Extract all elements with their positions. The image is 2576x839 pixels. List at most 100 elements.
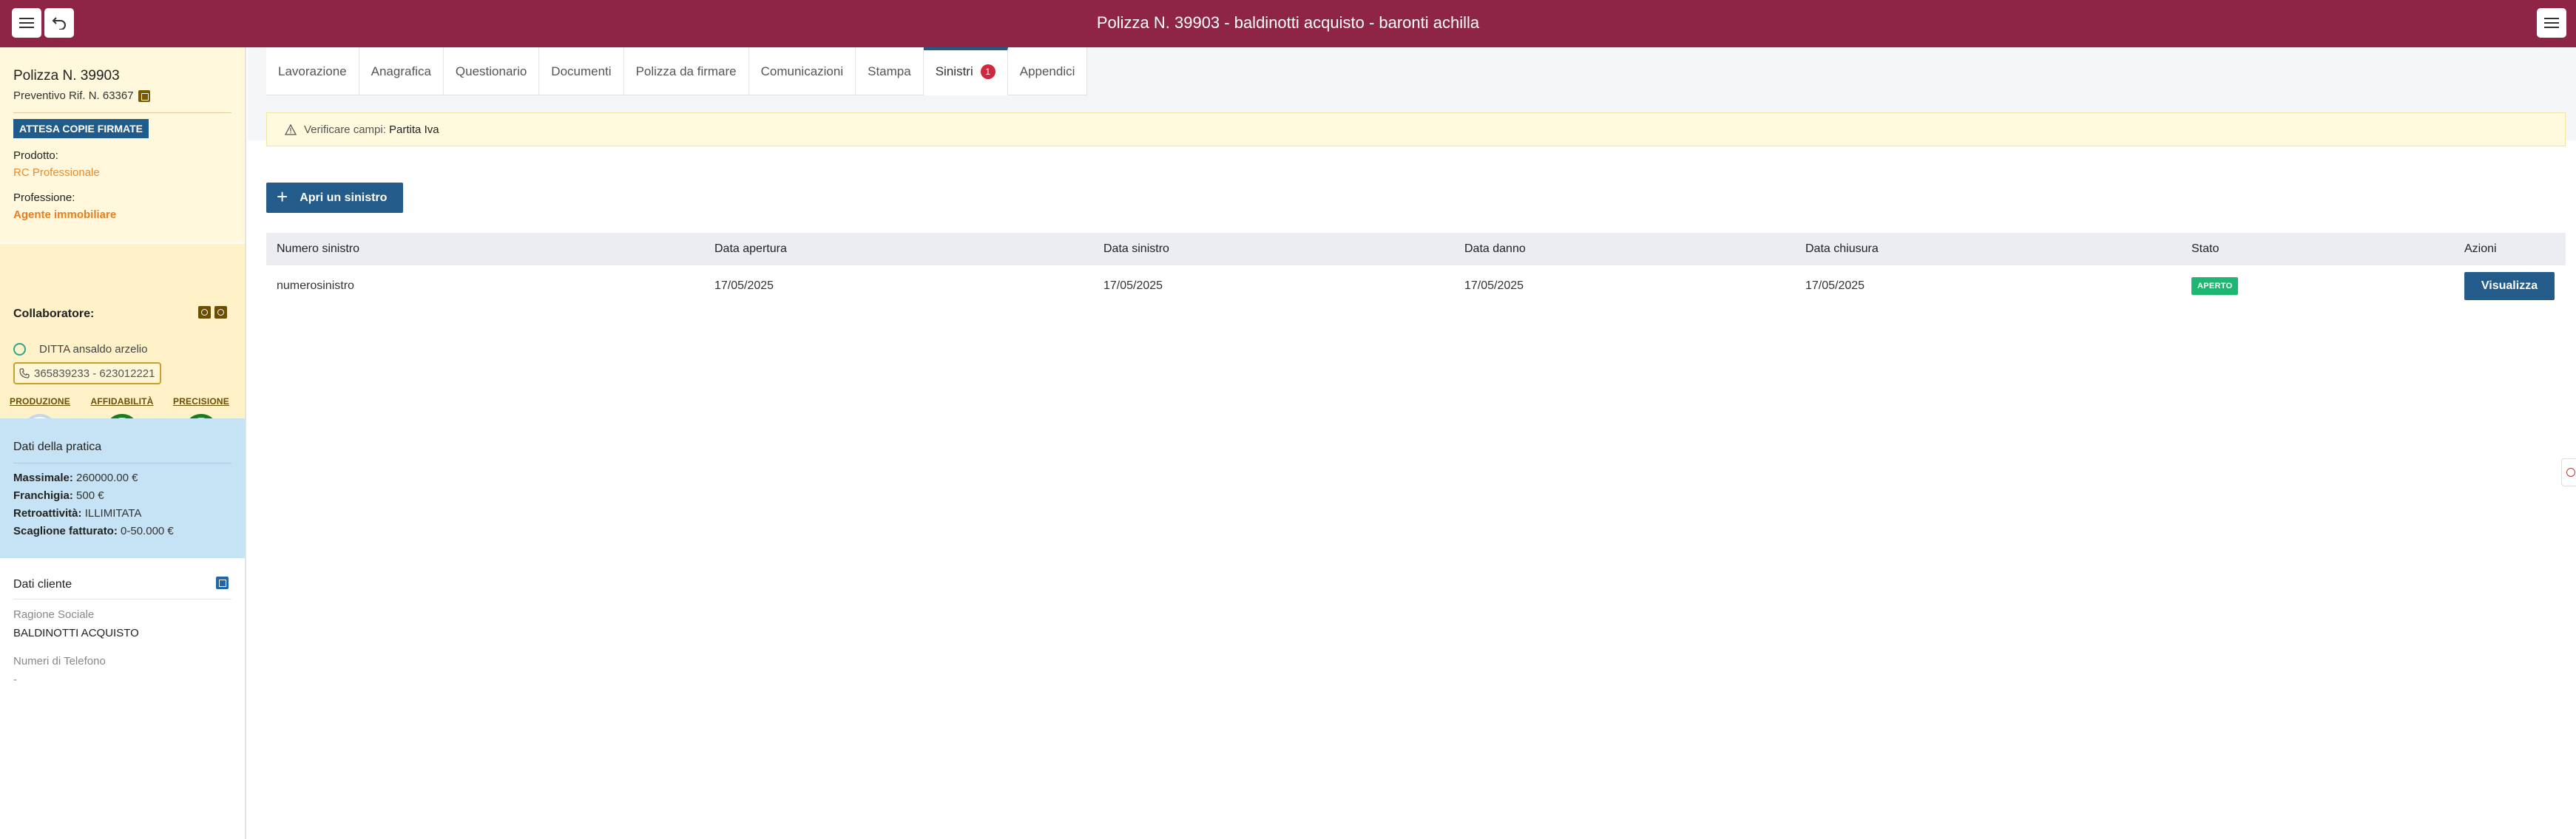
warning-label: Verificare campi: xyxy=(304,123,386,136)
dati-cliente-title: Dati cliente xyxy=(13,578,72,591)
top-bar: Polizza N. 39903 - baldinotti acquisto -… xyxy=(0,0,2576,47)
cell-azioni: Visualizza xyxy=(2464,265,2555,307)
hamburger-icon xyxy=(2544,18,2559,28)
status-dot-icon xyxy=(13,343,26,356)
kpi-label[interactable]: AFFIDABILITÀ xyxy=(85,396,159,407)
collaboratore-title: Collaboratore: xyxy=(13,308,95,320)
tab-label: Comunicazioni xyxy=(760,64,844,78)
column-header: Data chiusura xyxy=(1805,242,1879,255)
tab-label: Sinistri xyxy=(935,64,973,78)
telefono-label: Numeri di Telefono xyxy=(13,655,106,668)
right-menu-button[interactable] xyxy=(2537,8,2566,38)
external-link-icon[interactable] xyxy=(138,89,150,102)
dati-cliente-section: Dati cliente Ragione Sociale BALDINOTTI … xyxy=(0,558,245,839)
tab-questionario[interactable]: Questionario xyxy=(444,47,540,95)
table-header: Numero sinistro Data apertura Data sinis… xyxy=(266,233,2566,265)
policy-summary: Polizza N. 39903 Preventivo Rif. N. 6336… xyxy=(0,47,245,242)
column-header: Numero sinistro xyxy=(277,242,360,255)
refresh-icon[interactable] xyxy=(198,306,211,319)
collaboratore-name: DITTA ansaldo arzelio xyxy=(13,343,147,356)
edit-icon[interactable] xyxy=(214,306,227,319)
prodotto-label: Prodotto: xyxy=(13,149,58,162)
sidebar: Polizza N. 39903 Preventivo Rif. N. 6336… xyxy=(0,47,246,839)
tab-polizza-da-firmare[interactable]: Polizza da firmare xyxy=(624,47,749,95)
professione-label: Professione: xyxy=(13,191,75,204)
dati-label: Scaglione fatturato: xyxy=(13,525,118,537)
kpi-label[interactable]: PRECISIONE xyxy=(164,396,238,407)
status-badge: APERTO xyxy=(2191,277,2239,295)
plus-icon: + xyxy=(277,186,288,208)
phone-box[interactable]: 365839233 - 623012221 xyxy=(13,362,161,384)
column-header: Data sinistro xyxy=(1103,242,1169,255)
tab-label: Stampa xyxy=(868,64,911,78)
dati-value: 500 € xyxy=(76,489,104,502)
tab-label: Anagrafica xyxy=(371,64,431,78)
preventivo-text: Preventivo Rif. N. 63367 xyxy=(13,89,134,102)
side-widget-tab[interactable] xyxy=(2561,458,2576,486)
dati-row-massimale: Massimale: 260000.00 € xyxy=(13,472,138,484)
tab-comunicazioni[interactable]: Comunicazioni xyxy=(749,47,856,95)
claims-table: Numero sinistro Data apertura Data sinis… xyxy=(266,233,2566,307)
phone-text: 365839233 - 623012221 xyxy=(34,367,155,380)
edit-icon[interactable] xyxy=(216,577,229,589)
telefono-value: - xyxy=(13,673,17,686)
tab-label: Appendici xyxy=(1019,64,1075,78)
column-header: Stato xyxy=(2191,242,2220,255)
dati-row-scaglione: Scaglione fatturato: 0-50.000 € xyxy=(13,525,174,537)
dati-label: Franchigia: xyxy=(13,489,73,502)
professione-value: Agente immobiliare xyxy=(13,208,117,221)
main-content: Lavorazione Anagrafica Questionario Docu… xyxy=(248,47,2576,839)
warning-icon xyxy=(285,123,297,135)
tab-stampa[interactable]: Stampa xyxy=(856,47,924,95)
dati-row-retroattivita: Retroattività: ILLIMITATA xyxy=(13,507,141,520)
dati-label: Retroattività: xyxy=(13,507,82,520)
page-title: Polizza N. 39903 - baldinotti acquisto -… xyxy=(1096,13,1480,32)
dati-value: 0-50.000 € xyxy=(121,525,174,537)
cell-sinistro: 17/05/2025 xyxy=(1103,279,1163,292)
warning-fields: Partita Iva xyxy=(389,123,439,136)
tab-anagrafica[interactable]: Anagrafica xyxy=(359,47,444,95)
tab-label: Questionario xyxy=(455,64,527,78)
cell-numero: numerosinistro xyxy=(277,279,354,292)
column-header: Data apertura xyxy=(714,242,787,255)
kpi-label[interactable]: PRODUZIONE xyxy=(3,396,77,407)
view-button[interactable]: Visualizza xyxy=(2464,272,2555,300)
dati-row-franchigia: Franchigia: 500 € xyxy=(13,489,104,502)
dati-pratica-section: Dati della pratica Massimale: 260000.00 … xyxy=(0,418,245,558)
divider xyxy=(13,112,231,113)
table-row: numerosinistro 17/05/2025 17/05/2025 17/… xyxy=(266,265,2566,307)
cell-stato: APERTO xyxy=(2191,265,2239,307)
dati-value: ILLIMITATA xyxy=(84,507,142,520)
dati-pratica-title: Dati della pratica xyxy=(13,441,102,453)
phone-icon xyxy=(19,368,30,378)
tab-appendici[interactable]: Appendici xyxy=(1008,47,1088,95)
open-claim-button[interactable]: + Apri un sinistro xyxy=(266,183,403,213)
column-header: Data danno xyxy=(1464,242,1526,255)
tab-sinistri[interactable]: Sinistri 1 xyxy=(923,47,1008,95)
tab-lavorazione[interactable]: Lavorazione xyxy=(266,47,359,95)
cell-chiusura: 17/05/2025 xyxy=(1805,279,1865,292)
tab-label: Lavorazione xyxy=(278,64,347,78)
dati-value: 260000.00 € xyxy=(76,472,138,484)
tab-bar: Lavorazione Anagrafica Questionario Docu… xyxy=(266,47,1088,95)
preventivo-ref: Preventivo Rif. N. 63367 xyxy=(13,89,150,102)
tabs-area: Lavorazione Anagrafica Questionario Docu… xyxy=(248,47,2576,146)
collaboratore-section: Collaboratore: DITTA ansaldo arzelio 365… xyxy=(0,244,245,448)
open-claim-label: Apri un sinistro xyxy=(300,191,388,204)
tab-label: Polizza da firmare xyxy=(635,64,737,78)
cell-danno: 17/05/2025 xyxy=(1464,279,1524,292)
column-header: Azioni xyxy=(2464,242,2497,255)
tab-documenti[interactable]: Documenti xyxy=(539,47,624,95)
tab-count-badge: 1 xyxy=(980,64,995,79)
warning-text: Verificare campi: Partita Iva xyxy=(304,123,439,136)
ragione-sociale-value: BALDINOTTI ACQUISTO xyxy=(13,627,139,639)
status-badge: ATTESA COPIE FIRMATE xyxy=(13,119,149,138)
collaboratore-name-text: DITTA ansaldo arzelio xyxy=(39,343,148,356)
policy-number: Polizza N. 39903 xyxy=(13,68,120,84)
tab-label: Documenti xyxy=(551,64,612,78)
warning-banner: Verificare campi: Partita Iva xyxy=(266,112,2566,146)
ragione-sociale-label: Ragione Sociale xyxy=(13,608,95,621)
cell-apertura: 17/05/2025 xyxy=(714,279,774,292)
prodotto-value: RC Professionale xyxy=(13,166,100,179)
dati-label: Massimale: xyxy=(13,472,73,484)
